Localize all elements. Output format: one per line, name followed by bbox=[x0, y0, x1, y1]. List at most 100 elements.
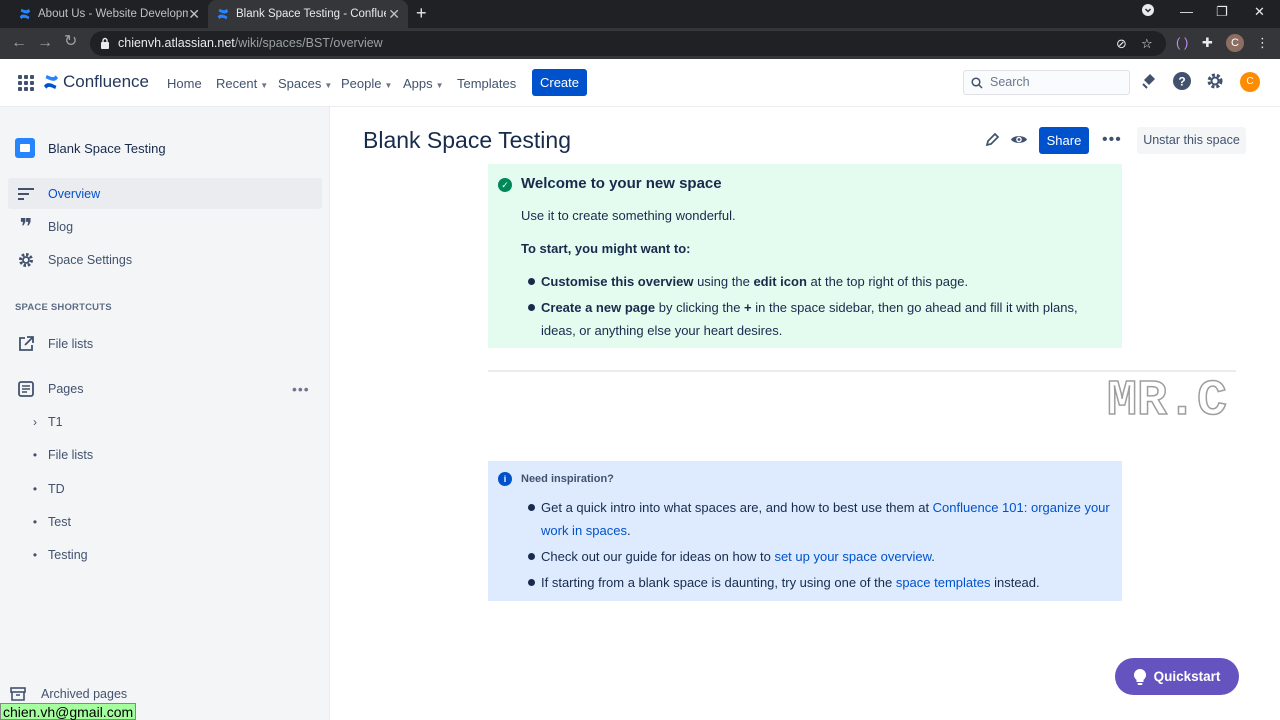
page-tree-item-t1[interactable]: › T1 bbox=[30, 415, 63, 429]
page-title: Blank Space Testing bbox=[363, 127, 571, 153]
forward-icon[interactable]: → bbox=[37, 35, 53, 51]
quote-icon: ❞ bbox=[19, 213, 33, 239]
page-tree-item-file-lists[interactable]: • File lists bbox=[30, 448, 93, 462]
nav-home[interactable]: Home bbox=[167, 76, 202, 91]
nav-templates[interactable]: Templates bbox=[457, 76, 516, 91]
edit-pencil-icon[interactable] bbox=[985, 132, 1000, 147]
nav-recent[interactable]: Recent ▼ bbox=[216, 76, 268, 91]
pages-icon bbox=[17, 380, 35, 397]
info-circle-icon: i bbox=[498, 472, 512, 486]
quickstart-label: Quickstart bbox=[1153, 669, 1221, 684]
app-switcher-icon[interactable] bbox=[18, 75, 34, 91]
space-templates-link[interactable]: space templates bbox=[896, 575, 991, 590]
chevron-down-icon: ▼ bbox=[435, 81, 444, 90]
welcome-intro: Use it to create something wonderful. bbox=[521, 208, 736, 223]
page-tree-label: File lists bbox=[48, 448, 94, 462]
more-actions-icon[interactable]: ••• bbox=[1102, 131, 1122, 149]
tab-title: Blank Space Testing - Confluence bbox=[236, 8, 386, 20]
url-text: chienvh.atlassian.net/wiki/spaces/BST/ov… bbox=[118, 36, 383, 50]
settings-gear-icon[interactable] bbox=[1206, 72, 1224, 90]
confluence-favicon-icon bbox=[217, 8, 229, 20]
space-name: Blank Space Testing bbox=[48, 140, 166, 156]
chevron-down-icon: ▼ bbox=[384, 81, 393, 90]
overview-icon bbox=[17, 187, 35, 200]
sidebar-item-blog[interactable]: ❞ Blog bbox=[8, 211, 322, 242]
space-header[interactable]: Blank Space Testing bbox=[15, 138, 166, 158]
space-overview-link[interactable]: set up your space overview bbox=[774, 549, 931, 564]
tab-search-icon[interactable] bbox=[1142, 4, 1154, 19]
nav-people[interactable]: People ▼ bbox=[341, 76, 392, 91]
sidebar-item-label: Pages bbox=[48, 381, 84, 396]
shortcut-file-lists[interactable]: File lists bbox=[8, 328, 322, 359]
url-field[interactable]: chienvh.atlassian.net/wiki/spaces/BST/ov… bbox=[90, 31, 1166, 56]
share-button[interactable]: Share bbox=[1039, 127, 1089, 154]
create-button[interactable]: Create bbox=[532, 69, 587, 96]
inspiration-bullet-3: If starting from a blank space is daunti… bbox=[541, 575, 1040, 590]
archive-icon bbox=[10, 687, 26, 701]
unstar-space-button[interactable]: Unstar this space bbox=[1137, 127, 1246, 154]
eye-off-icon[interactable]: ⊘ bbox=[1116, 36, 1127, 52]
welcome-subheading: To start, you might want to: bbox=[521, 241, 691, 256]
space-avatar-icon bbox=[15, 138, 35, 158]
logo-text: Confluence bbox=[63, 72, 150, 91]
search-placeholder: Search bbox=[990, 75, 1030, 89]
archived-pages-link[interactable]: Archived pages bbox=[10, 687, 127, 701]
mr-c-watermark: MR.C bbox=[1106, 372, 1228, 422]
extension-icon[interactable]: ( ) bbox=[1176, 35, 1188, 50]
close-tab-icon[interactable]: ✕ bbox=[188, 6, 200, 22]
page-tree-item-testing[interactable]: • Testing bbox=[30, 548, 88, 562]
search-input[interactable]: Search bbox=[963, 70, 1130, 95]
watch-eye-icon[interactable] bbox=[1010, 132, 1028, 147]
user-avatar[interactable]: C bbox=[1240, 72, 1260, 92]
browser-tab-about-us[interactable]: About Us - Website Development ✕ bbox=[12, 0, 208, 28]
bookmark-star-icon[interactable]: ☆ bbox=[1141, 36, 1153, 52]
notifications-icon[interactable] bbox=[1141, 72, 1157, 90]
welcome-success-panel: ✓ Welcome to your new space Use it to cr… bbox=[488, 164, 1122, 348]
chevron-down-icon: ▼ bbox=[324, 81, 333, 90]
welcome-bullet-1: Customise this overview using the edit i… bbox=[541, 274, 969, 289]
confluence-logo[interactable]: Confluence bbox=[43, 72, 149, 92]
browser-profile-avatar[interactable]: C bbox=[1226, 34, 1244, 52]
lock-icon bbox=[101, 37, 109, 49]
check-circle-icon: ✓ bbox=[498, 178, 512, 192]
inspiration-title: Need inspiration? bbox=[521, 473, 614, 485]
quickstart-button[interactable]: Quickstart bbox=[1115, 658, 1239, 695]
close-window-icon[interactable]: ✕ bbox=[1254, 4, 1265, 20]
sidebar-item-space-settings[interactable]: Space Settings bbox=[8, 244, 322, 275]
bullet-icon bbox=[528, 553, 535, 560]
page-tree-item-td[interactable]: • TD bbox=[30, 482, 65, 496]
reload-icon[interactable]: ↻ bbox=[64, 34, 77, 50]
chevron-right-icon[interactable]: › bbox=[30, 415, 40, 429]
gear-icon bbox=[17, 252, 35, 268]
bullet-icon bbox=[528, 579, 535, 586]
status-bar-link-preview: chien.vh@gmail.com bbox=[0, 703, 137, 720]
help-icon[interactable]: ? bbox=[1173, 72, 1191, 90]
bullet-icon bbox=[528, 278, 535, 285]
confluence-favicon-icon bbox=[19, 8, 31, 20]
pages-more-icon[interactable]: ••• bbox=[292, 381, 310, 397]
back-icon[interactable]: ← bbox=[11, 35, 27, 51]
nav-spaces[interactable]: Spaces ▼ bbox=[278, 76, 332, 91]
close-tab-icon[interactable]: ✕ bbox=[388, 6, 400, 22]
browser-tab-blank-space[interactable]: Blank Space Testing - Confluence ✕ bbox=[208, 0, 408, 28]
sidebar-item-label: Blog bbox=[48, 219, 74, 234]
tab-title: About Us - Website Development bbox=[38, 8, 188, 20]
chevron-down-icon: ▼ bbox=[260, 81, 269, 90]
page-tree-label: Testing bbox=[48, 548, 88, 562]
svg-text:?: ? bbox=[1178, 75, 1185, 89]
sidebar-item-overview[interactable]: Overview bbox=[8, 178, 322, 209]
search-icon bbox=[971, 77, 983, 89]
sidebar-item-pages[interactable]: Pages bbox=[8, 373, 322, 404]
lightbulb-icon bbox=[1133, 668, 1146, 685]
welcome-title: Welcome to your new space bbox=[521, 175, 722, 192]
space-shortcuts-heading: SPACE SHORTCUTS bbox=[15, 302, 112, 313]
menu-kebab-icon[interactable]: ⋮ bbox=[1256, 35, 1269, 51]
new-tab-icon[interactable]: + bbox=[416, 4, 427, 22]
confluence-top-nav: Confluence Home Recent ▼ Spaces ▼ People ▼ … bbox=[0, 59, 1280, 107]
page-tree-item-test[interactable]: • Test bbox=[30, 515, 71, 529]
shortcut-label: File lists bbox=[48, 336, 94, 351]
minimize-icon[interactable]: — bbox=[1180, 4, 1193, 19]
restore-icon[interactable]: ❐ bbox=[1216, 4, 1228, 20]
nav-apps[interactable]: Apps ▼ bbox=[403, 76, 444, 91]
puzzle-icon[interactable]: ✚ bbox=[1202, 35, 1213, 51]
